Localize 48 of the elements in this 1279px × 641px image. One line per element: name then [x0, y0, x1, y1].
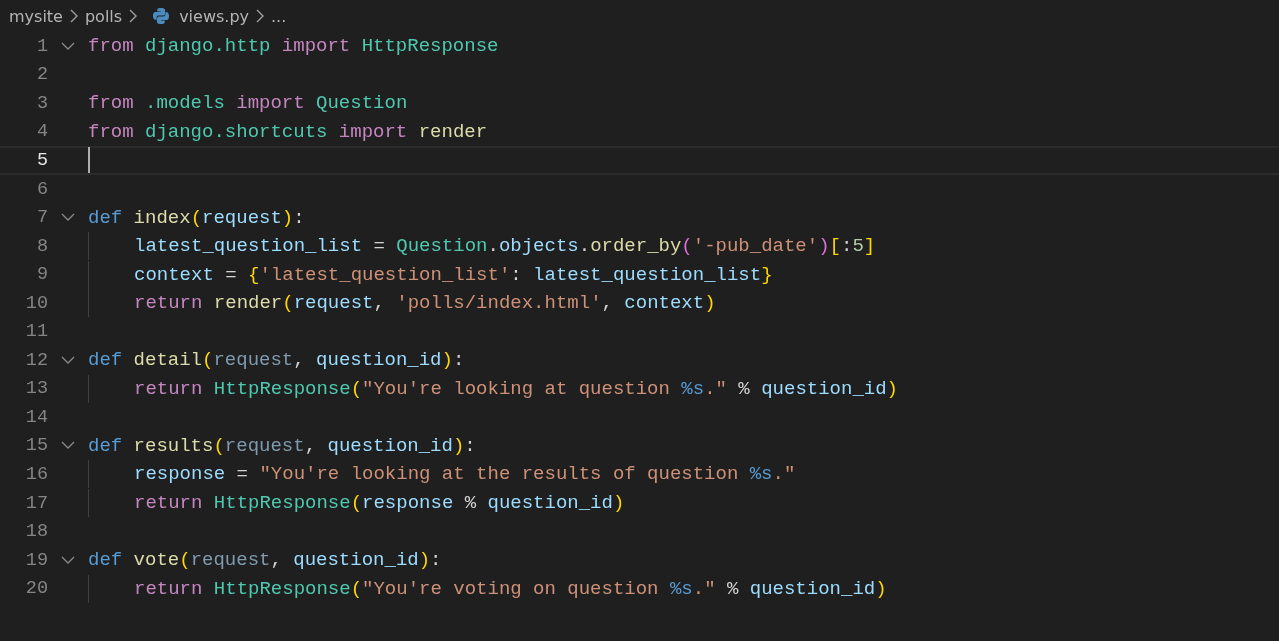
line-number: 3	[35, 92, 48, 114]
line-number: 15	[24, 435, 48, 457]
chevron-right-icon	[128, 8, 139, 24]
line-number: 4	[35, 121, 48, 143]
line-number: 7	[35, 207, 48, 229]
code-line: context = {'latest_question_list': latest_question_list}	[134, 263, 773, 286]
breadcrumb-item[interactable]: polls	[84, 6, 123, 26]
line-number: 16	[24, 463, 48, 485]
code-line: return HttpResponse(response % question_id)	[134, 492, 625, 514]
code-line: return HttpResponse("You're voting on question %s." % question_id)	[134, 577, 887, 600]
code-line: latest_question_list = Question.objects.order_by('-pub_date')[:5]	[134, 235, 876, 258]
python-file-icon	[152, 7, 171, 25]
line-number: 9	[35, 264, 48, 286]
text-cursor	[88, 147, 90, 174]
chevron-down-icon[interactable]	[61, 355, 75, 365]
code-line: from .models import Question	[88, 92, 408, 115]
chevron-right-icon	[255, 8, 265, 24]
code-line: def vote(request, question_id):	[88, 549, 442, 572]
code-line: def detail(request, question_id):	[88, 349, 465, 372]
line-number: 8	[35, 235, 48, 257]
code-line: from django.http import HttpResponse	[88, 35, 499, 58]
line-number: 13	[24, 378, 48, 400]
line-number: 11	[24, 321, 48, 343]
code-line: from django.shortcuts import render	[88, 120, 488, 143]
line-number: 12	[24, 349, 48, 371]
line-number: 19	[24, 549, 48, 571]
chevron-down-icon[interactable]	[61, 213, 75, 223]
line-number: 18	[24, 521, 48, 543]
line-number: 5	[35, 149, 48, 171]
chevron-right-icon	[68, 8, 79, 24]
chevron-down-icon[interactable]	[61, 441, 75, 451]
code-line: return HttpResponse("You're looking at question %s." % question_id)	[134, 377, 898, 400]
line-number: 14	[24, 406, 48, 428]
chevron-down-icon[interactable]	[61, 555, 75, 565]
code-line: def index(request):	[88, 206, 305, 229]
breadcrumb-more[interactable]: ...	[271, 6, 287, 26]
line-number: 2	[35, 64, 48, 86]
breadcrumb-item[interactable]: mysite	[9, 6, 63, 26]
code-line: def results(request, question_id):	[88, 434, 476, 457]
line-number: 6	[35, 178, 48, 200]
code-line: response = "You're looking at the results of question %s."	[134, 463, 796, 486]
line-number: 1	[35, 35, 48, 57]
chevron-down-icon[interactable]	[61, 41, 75, 51]
line-number: 10	[24, 292, 48, 314]
breadcrumb-item[interactable]: views.py	[144, 6, 249, 26]
line-number: 17	[24, 492, 48, 514]
line-number: 20	[24, 578, 48, 600]
code-line: return render(request, 'polls/index.html', context)	[134, 292, 716, 315]
